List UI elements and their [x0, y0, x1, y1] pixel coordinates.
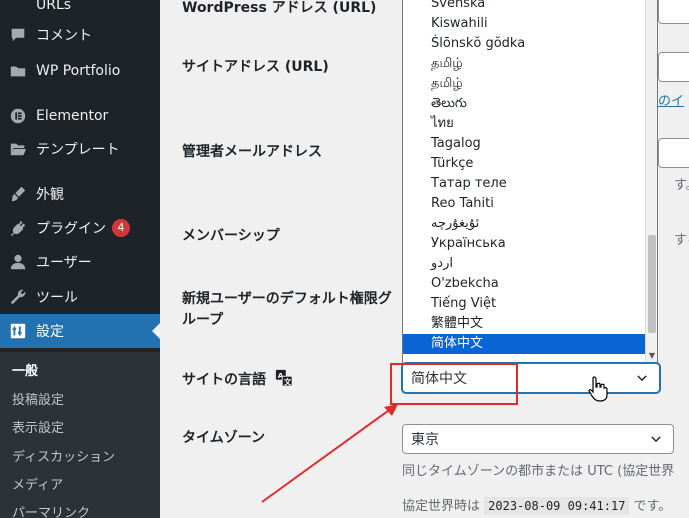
- admin-email-hint: す。変: [674, 178, 689, 193]
- wp-address-input[interactable]: [658, 0, 689, 24]
- submenu-item-media[interactable]: メディア: [12, 474, 63, 493]
- sidebar-item-comments[interactable]: コメント: [0, 18, 160, 52]
- svg-text:文: 文: [283, 377, 292, 386]
- site-language-label: サイトの言語 A文: [182, 369, 293, 394]
- admin-email-input[interactable]: [658, 138, 689, 168]
- sidebar-item-label: ツール: [36, 290, 78, 306]
- sidebar-item-label: 設定: [36, 324, 64, 340]
- language-option[interactable]: தமிழ்: [403, 74, 647, 94]
- sidebar-item-label: テンプレート: [36, 142, 120, 158]
- annotation-highlight-box: [390, 363, 518, 405]
- sidebar-item-elementor[interactable]: Elementor: [0, 99, 160, 133]
- sidebar-item-settings[interactable]: 設定: [0, 314, 160, 348]
- plugin-update-badge: 4: [112, 219, 130, 237]
- chevron-down-icon: [635, 371, 649, 385]
- language-option[interactable]: தமிழ்: [403, 54, 647, 74]
- site-address-input[interactable]: [658, 52, 689, 82]
- language-option[interactable]: Türkçe: [403, 154, 647, 174]
- timezone-value: 東京: [411, 432, 439, 448]
- language-option[interactable]: ไทย: [403, 114, 647, 134]
- language-option[interactable]: اردو: [403, 254, 647, 274]
- timezone-select[interactable]: 東京: [402, 424, 674, 454]
- sidebar-item-label: 外観: [36, 187, 64, 203]
- user-icon: [8, 252, 28, 272]
- submenu-item-general[interactable]: 一般: [12, 360, 38, 379]
- submenu-item-permalinks[interactable]: パーマリンク: [12, 502, 90, 518]
- language-option[interactable]: Українська: [403, 234, 647, 254]
- language-option[interactable]: 繁體中文: [403, 314, 647, 334]
- plugin-icon: [8, 218, 28, 238]
- dropdown-scrollbar[interactable]: ▼: [645, 0, 657, 363]
- sidebar-item-label: Elementor: [36, 108, 109, 124]
- default-role-label: 新規ユーザーのデフォルト権限グループ: [182, 291, 392, 328]
- admin-email-label: 管理者メールアドレス: [182, 144, 322, 160]
- sidebar-item-label: プラグイン: [36, 221, 106, 237]
- scroll-down-arrow-icon[interactable]: ▼: [647, 351, 657, 361]
- language-option[interactable]: 简体中文: [403, 334, 647, 354]
- utc-time-text: 協定世界時は 2023-08-09 09:41:17 です。: [402, 497, 672, 515]
- sidebar-item-tools[interactable]: ツール: [0, 280, 160, 314]
- sidebar-item-plugins[interactable]: プラグイン 4: [0, 211, 160, 245]
- wp-address-label: WordPress アドレス (URL): [182, 0, 377, 16]
- link-icon: [8, 0, 28, 15]
- translate-icon: A文: [275, 369, 293, 394]
- scrollbar-thumb[interactable]: [648, 235, 656, 333]
- sidebar-item-label: ユーザー: [36, 255, 92, 271]
- sidebar-item-wp-portfolio[interactable]: WP Portfolio: [0, 54, 160, 88]
- language-option[interactable]: Tiếng Việt: [403, 294, 647, 314]
- submenu-item-writing[interactable]: 投稿設定: [12, 389, 64, 408]
- sidebar-item-label: WP Portfolio: [36, 63, 121, 79]
- language-option[interactable]: Ślōnskŏ gŏdka: [403, 34, 647, 54]
- sidebar-item-label: コメント: [36, 28, 92, 44]
- site-address-help-link[interactable]: のイ: [658, 90, 684, 109]
- site-address-label: サイトアドレス (URL): [182, 59, 329, 75]
- membership-label: メンバーシップ: [182, 228, 280, 244]
- language-option[interactable]: Tagalog: [403, 134, 647, 154]
- admin-sidebar: URLs コメント WP Portfolio Elementor テンプレート …: [0, 0, 160, 518]
- language-option[interactable]: Татар теле: [403, 174, 647, 194]
- comment-icon: [8, 25, 28, 45]
- timezone-label: タイムゾーン: [182, 430, 266, 446]
- sidebar-item-label: URLs: [36, 0, 72, 13]
- chevron-down-icon: [649, 432, 663, 446]
- language-option[interactable]: Kiswahili: [403, 14, 647, 34]
- settings-submenu: 一般 投稿設定 表示設定 ディスカッション メディア パーマリンク: [0, 352, 160, 518]
- language-option[interactable]: ئۇيغۇرچە: [403, 214, 647, 234]
- language-option[interactable]: Reo Tahiti: [403, 194, 647, 214]
- sidebar-item-appearance[interactable]: 外観: [0, 177, 160, 211]
- submenu-item-reading[interactable]: 表示設定: [12, 417, 64, 436]
- timezone-hint: 同じタイムゾーンの都市または UTC (協定世界: [402, 464, 675, 479]
- language-option[interactable]: Svenska: [403, 0, 647, 14]
- sidebar-item-users[interactable]: ユーザー: [0, 245, 160, 279]
- language-option[interactable]: తెలుగు: [403, 94, 647, 114]
- settings-icon: [8, 321, 28, 341]
- brush-icon: [8, 184, 28, 204]
- language-dropdown-list[interactable]: Svenska Kiswahili Ślōnskŏ gŏdka தமிழ் தமிழ் త…: [402, 0, 658, 364]
- membership-hint: する: [674, 233, 689, 248]
- hand-cursor-icon: [588, 376, 608, 402]
- elementor-icon: [8, 106, 28, 126]
- language-option[interactable]: O'zbekcha: [403, 274, 647, 294]
- utc-time-value: 2023-08-09 09:41:17: [484, 497, 630, 515]
- folder-open-icon: [8, 139, 28, 159]
- submenu-item-discussion[interactable]: ディスカッション: [12, 446, 115, 465]
- wrench-icon: [8, 287, 28, 307]
- folder-icon: [8, 61, 28, 81]
- sidebar-item-templates[interactable]: テンプレート: [0, 132, 160, 166]
